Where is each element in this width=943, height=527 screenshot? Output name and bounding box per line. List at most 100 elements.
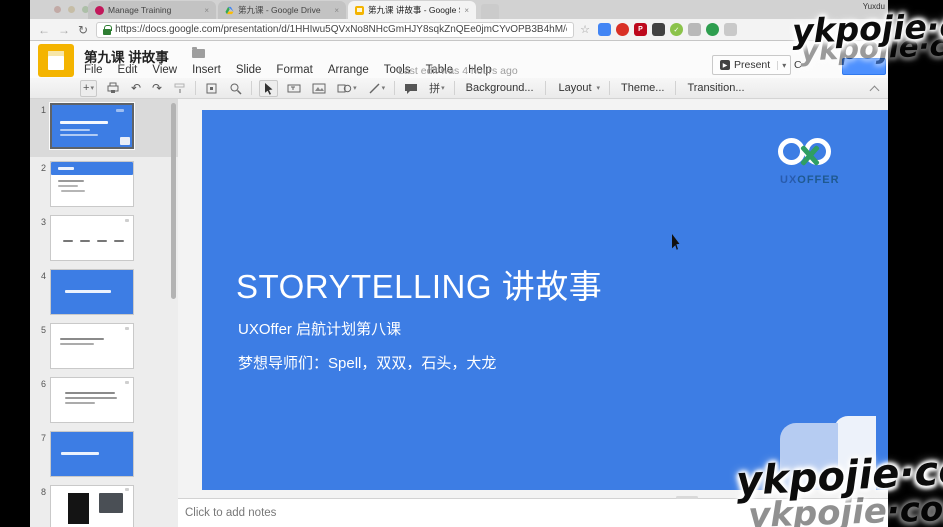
manage-training-favicon bbox=[95, 6, 104, 15]
select-tool-button[interactable] bbox=[259, 80, 278, 97]
slide-number: 5 bbox=[30, 323, 46, 335]
window-controls[interactable] bbox=[54, 6, 89, 13]
slide-thumbnail-row[interactable]: 3 bbox=[30, 211, 178, 265]
profile-name[interactable]: Yuxdu bbox=[863, 2, 885, 11]
filmstrip-scrollbar[interactable] bbox=[171, 103, 176, 299]
paint-format-button[interactable] bbox=[171, 80, 188, 97]
print-button[interactable] bbox=[104, 80, 122, 97]
slide-thumbnail-row[interactable]: 1 bbox=[30, 99, 178, 157]
new-tab-button[interactable] bbox=[481, 4, 499, 19]
tab-google-drive[interactable]: 第九课 - Google Drive × bbox=[218, 1, 346, 19]
slide-thumbnail-row[interactable]: 7 bbox=[30, 427, 178, 481]
slide-4-thumbnail[interactable] bbox=[50, 269, 134, 315]
slides-favicon bbox=[355, 6, 364, 15]
close-tab-icon[interactable]: × bbox=[334, 6, 339, 15]
comments-button[interactable]: C bbox=[794, 59, 802, 71]
slide-number: 7 bbox=[30, 431, 46, 443]
undo-button[interactable]: ↶ bbox=[129, 80, 143, 97]
extension-icon-light[interactable] bbox=[724, 23, 737, 36]
redo-button[interactable]: ↷ bbox=[150, 80, 164, 97]
tab-manage-training[interactable]: Manage Training × bbox=[88, 1, 216, 19]
background-button[interactable]: Background... bbox=[462, 82, 538, 94]
speaker-notes-panel[interactable]: Click to add notes bbox=[178, 498, 888, 527]
current-slide[interactable]: UXOFFER STORYTELLING 讲故事 UXOffer 启航计划第八课… bbox=[202, 110, 888, 490]
menu-file[interactable]: File bbox=[84, 64, 103, 76]
extension-icon-gray[interactable] bbox=[688, 23, 701, 36]
new-slide-button[interactable]: +▾ bbox=[80, 80, 97, 97]
slide-1-thumbnail[interactable] bbox=[50, 103, 134, 149]
slide-thumbnail-row[interactable]: 2 bbox=[30, 157, 178, 211]
reload-icon[interactable]: ↻ bbox=[78, 23, 88, 37]
menu-arrange[interactable]: Arrange bbox=[328, 64, 369, 76]
minimize-window-icon[interactable] bbox=[68, 6, 75, 13]
share-button[interactable] bbox=[842, 58, 886, 75]
present-button[interactable]: ▶Present ▾ bbox=[712, 55, 791, 75]
slide-thumbnail-row[interactable]: 4 bbox=[30, 265, 178, 319]
extension-icon-red[interactable] bbox=[616, 23, 629, 36]
close-window-icon[interactable] bbox=[54, 6, 61, 13]
present-dropdown-icon[interactable]: ▾ bbox=[777, 61, 790, 70]
last-edit-status[interactable]: Last edit was 4 hours ago bbox=[398, 65, 518, 77]
extension-icon-blue[interactable] bbox=[598, 23, 611, 36]
slide-6-thumbnail[interactable] bbox=[50, 377, 134, 423]
zoom-fit-button[interactable] bbox=[203, 80, 220, 97]
menu-insert[interactable]: Insert bbox=[192, 64, 221, 76]
theme-button[interactable]: Theme... bbox=[617, 82, 668, 94]
url-text: https://docs.google.com/presentation/d/1… bbox=[115, 24, 567, 35]
menu-format[interactable]: Format bbox=[276, 64, 312, 76]
address-input[interactable]: https://docs.google.com/presentation/d/1… bbox=[96, 22, 574, 38]
slide-canvas[interactable]: UXOFFER STORYTELLING 讲故事 UXOffer 启航计划第八课… bbox=[178, 99, 888, 527]
text-box-button[interactable] bbox=[285, 80, 303, 97]
insert-comment-button[interactable] bbox=[402, 80, 420, 97]
slide-subtitle-text[interactable]: UXOffer 启航计划第八课 bbox=[238, 318, 401, 339]
slide-2-thumbnail[interactable] bbox=[50, 161, 134, 207]
extension-icon-dark[interactable] bbox=[652, 23, 665, 36]
present-label: Present bbox=[734, 59, 770, 71]
menu-edit[interactable]: Edit bbox=[118, 64, 138, 76]
menu-view[interactable]: View bbox=[152, 64, 177, 76]
slide-thumbnail-row[interactable]: 5 bbox=[30, 319, 178, 373]
close-tab-icon[interactable]: × bbox=[464, 6, 469, 15]
notes-resize-handle[interactable] bbox=[676, 496, 698, 499]
logo-wordmark: UXOFFER bbox=[780, 174, 840, 186]
move-to-folder-icon[interactable] bbox=[192, 49, 205, 58]
zoom-button[interactable] bbox=[227, 80, 244, 97]
slide-title-text[interactable]: STORYTELLING 讲故事 bbox=[236, 260, 602, 308]
drive-favicon bbox=[225, 6, 234, 15]
folded-corner-graphic bbox=[780, 416, 876, 490]
insert-image-button[interactable] bbox=[310, 80, 328, 97]
slide-5-thumbnail[interactable] bbox=[50, 323, 134, 369]
screen: Manage Training × 第九课 - Google Drive × 第… bbox=[0, 0, 943, 527]
bookmark-star-icon[interactable]: ☆ bbox=[580, 23, 590, 36]
hide-menus-chevron-icon[interactable] bbox=[871, 85, 878, 92]
close-tab-icon[interactable]: × bbox=[204, 6, 209, 15]
notes-placeholder[interactable]: Click to add notes bbox=[185, 507, 276, 519]
slide-thumbnail-row[interactable]: 6 bbox=[30, 373, 178, 427]
menu-slide[interactable]: Slide bbox=[236, 64, 262, 76]
insert-line-button[interactable]: ▾ bbox=[366, 80, 388, 97]
document-title[interactable]: 第九课 讲故事 bbox=[84, 46, 169, 66]
slide-3-thumbnail[interactable] bbox=[50, 215, 134, 261]
https-lock-icon[interactable] bbox=[103, 25, 111, 35]
slide-number: 6 bbox=[30, 377, 46, 389]
forward-icon[interactable]: → bbox=[58, 23, 70, 37]
tab-title: 第九课 讲故事 - Google Sli bbox=[368, 4, 460, 16]
layout-label: Layout bbox=[555, 82, 596, 94]
slide-7-thumbnail[interactable] bbox=[50, 431, 134, 477]
extension-icon-green-check[interactable]: ✓ bbox=[670, 23, 683, 36]
transition-button[interactable]: Transition... bbox=[683, 82, 748, 94]
redo-icon: ↷ bbox=[152, 81, 162, 95]
slide-mentors-text[interactable]: 梦想导师们：Spell，双双，石头，大龙 bbox=[238, 352, 496, 373]
slide-8-thumbnail[interactable] bbox=[50, 485, 134, 527]
extension-icons: P ✓ bbox=[598, 23, 737, 36]
slide-thumbnail-row[interactable]: 8 bbox=[30, 481, 178, 527]
ime-pinyin-button[interactable]: 拼▾ bbox=[427, 80, 447, 97]
back-icon[interactable]: ← bbox=[38, 23, 50, 37]
slide-number: 1 bbox=[30, 103, 46, 115]
insert-shape-button[interactable]: ▾ bbox=[335, 80, 359, 97]
pinterest-extension-icon[interactable]: P bbox=[634, 23, 647, 36]
layout-button[interactable]: Layout▾ bbox=[553, 80, 603, 97]
slides-logo-icon[interactable] bbox=[38, 44, 74, 77]
tab-slides-active[interactable]: 第九课 讲故事 - Google Sli × bbox=[348, 1, 476, 19]
extension-icon-green[interactable] bbox=[706, 23, 719, 36]
